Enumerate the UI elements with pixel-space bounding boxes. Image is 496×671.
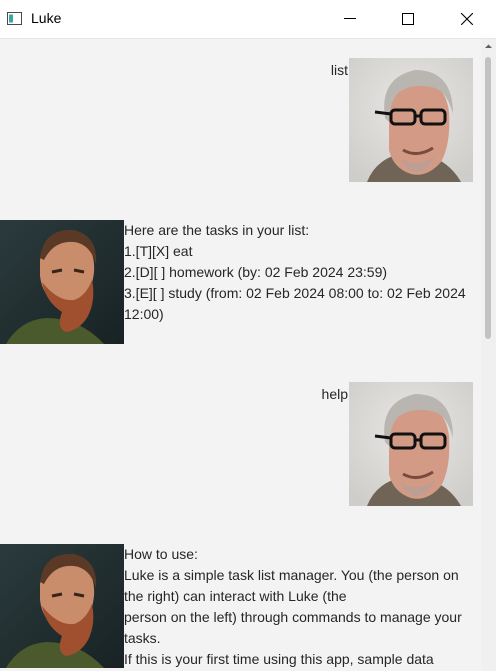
- scrollbar-thumb[interactable]: [485, 57, 491, 339]
- close-button[interactable]: [444, 0, 490, 38]
- scroll-up-arrow-icon[interactable]: [481, 39, 496, 54]
- luke-avatar: [0, 544, 124, 668]
- maximize-button[interactable]: [385, 0, 431, 38]
- window-app-icon: [7, 12, 22, 25]
- luke-message-text: How to use: Luke is a simple task list m…: [124, 546, 462, 667]
- title-bar[interactable]: Luke: [0, 0, 496, 39]
- app-window: Luke list Here are the tasks in your lis…: [0, 0, 496, 671]
- close-icon: [461, 13, 473, 25]
- dialog-scroll-pane[interactable]: list Here are the tasks in your list: 1.…: [0, 39, 481, 671]
- luke-avatar: [0, 220, 124, 344]
- user-message-text: list: [330, 62, 348, 78]
- luke-message-text: Here are the tasks in your list: 1.[T][X…: [124, 222, 466, 322]
- maximize-icon: [402, 13, 414, 25]
- window-title: Luke: [31, 10, 62, 26]
- minimize-button[interactable]: [327, 0, 373, 38]
- user-avatar: [349, 382, 473, 506]
- user-message-text: help: [321, 386, 348, 402]
- vertical-scrollbar[interactable]: [481, 39, 496, 671]
- minimize-icon: [344, 18, 356, 19]
- user-avatar: [349, 58, 473, 182]
